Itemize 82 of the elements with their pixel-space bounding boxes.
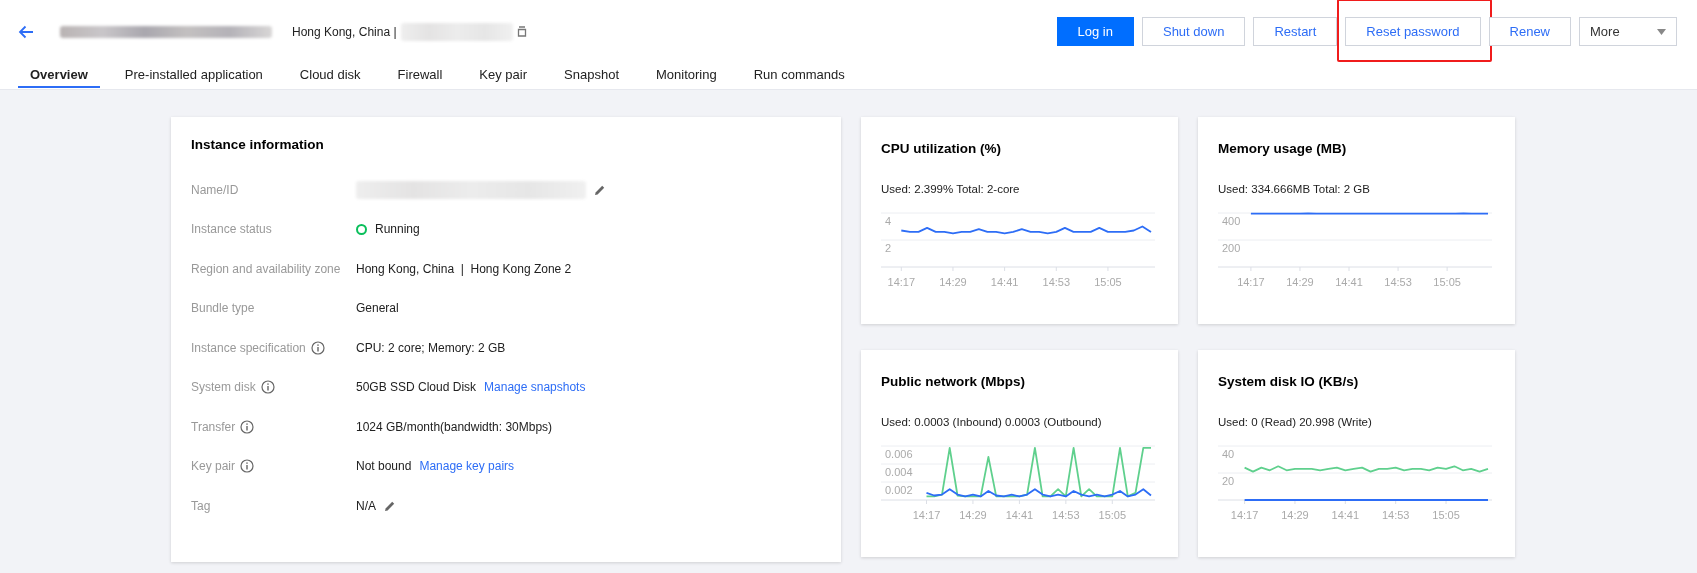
field-label: Key pair — [191, 459, 236, 474]
tab[interactable]: Run commands — [741, 63, 857, 88]
field-label: Name/ID — [191, 182, 239, 197]
axis-label: 20 — [1222, 475, 1235, 487]
tab[interactable]: Snapshot — [552, 63, 631, 88]
axis-label: 14:17 — [1237, 276, 1265, 288]
action-button[interactable]: Restart — [1253, 17, 1338, 46]
axis-label: 14:17 — [1230, 509, 1259, 521]
action-button[interactable]: Log in — [1056, 17, 1134, 46]
field-value: N/A — [356, 498, 376, 513]
card-title: CPU utilization (%) — [881, 141, 1002, 156]
field-label: Transfer — [191, 419, 236, 434]
axis-label: 15:05 — [1094, 276, 1122, 288]
card-title: Memory usage (MB) — [1218, 141, 1348, 156]
tab[interactable]: Pre-installed application — [112, 63, 275, 88]
axis-label: 14:17 — [887, 276, 916, 288]
axis-label: 14:53 — [1052, 509, 1080, 521]
tab[interactable]: Monitoring — [644, 63, 729, 88]
usage-text: Used: 2.399% Total: 2-core — [881, 183, 1021, 195]
manage-link[interactable]: Manage snapshots — [484, 380, 586, 395]
field-value: General — [356, 301, 399, 316]
status-ring-icon — [356, 223, 367, 235]
field-label: Region and availability zone — [191, 261, 341, 276]
field-label: Instance status — [191, 222, 272, 237]
axis-label: 14:53 — [1384, 276, 1412, 288]
axis-label: 14:41 — [1331, 509, 1360, 521]
tab[interactable]: Key pair — [467, 63, 540, 88]
axis-label: 2 — [885, 242, 892, 254]
tab[interactable]: Overview — [18, 63, 100, 88]
tab[interactable]: Cloud disk — [287, 63, 373, 88]
pencil-icon[interactable] — [594, 183, 606, 196]
axis-label: 4 — [885, 215, 892, 227]
axis-label: 40 — [1222, 448, 1235, 460]
info-icon[interactable] — [240, 459, 255, 474]
field-label: Tag — [191, 498, 211, 513]
axis-label: 15:05 — [1098, 509, 1127, 521]
field-value: CPU: 2 core; Memory: 2 GB — [356, 340, 506, 355]
card-title: System disk IO (KB/s) — [1218, 374, 1360, 389]
card-title: Public network (Mbps) — [881, 374, 1026, 389]
axis-label: 14:41 — [1005, 509, 1034, 521]
info-icon[interactable] — [240, 419, 255, 434]
copy-icon[interactable] — [516, 26, 527, 37]
field-label: Bundle type — [191, 301, 255, 316]
axis-label: 14:41 — [990, 276, 1019, 288]
field-value: Not bound — [356, 459, 412, 474]
action-button[interactable]: Renew — [1488, 17, 1571, 46]
axis-label: 14:17 — [912, 509, 941, 521]
axis-label: 14:29 — [1286, 276, 1314, 288]
axis-label: 14:53 — [1381, 509, 1410, 521]
field-value: 1024 GB/month(bandwidth: 30Mbps) — [356, 419, 553, 434]
back-arrow-icon[interactable] — [18, 24, 34, 39]
status-text: Running — [375, 222, 420, 237]
info-icon[interactable] — [260, 380, 275, 395]
axis-label: 0.002 — [885, 484, 913, 496]
axis-label: 15:05 — [1432, 509, 1460, 521]
usage-text: Used: 0 (Read) 20.998 (Write) — [1218, 416, 1373, 428]
pencil-icon[interactable] — [384, 499, 396, 512]
axis-label: 400 — [1222, 215, 1241, 227]
axis-label: 14:41 — [1335, 276, 1363, 288]
field-label: Instance specification — [191, 340, 306, 355]
axis-label: 14:53 — [1042, 276, 1071, 288]
tab[interactable]: Firewall — [385, 63, 455, 88]
action-button[interactable]: Shut down — [1141, 17, 1246, 46]
field-value: 50GB SSD Cloud Disk — [356, 380, 477, 395]
info-icon[interactable] — [310, 340, 325, 355]
axis-label: 14:29 — [939, 276, 967, 288]
caret-icon — [1657, 28, 1666, 35]
usage-text: Used: 0.0003 (Inbound) 0.0003 (Outbound) — [881, 416, 1103, 428]
axis-label: 200 — [1222, 242, 1241, 254]
action-button[interactable]: Reset password — [1345, 17, 1481, 46]
more-dropdown[interactable]: More — [1579, 17, 1677, 46]
axis-label: 15:05 — [1433, 276, 1461, 288]
location-text: Hong Kong, China | — [292, 24, 397, 39]
axis-label: 0.006 — [885, 448, 913, 460]
axis-label: 0.004 — [885, 466, 913, 478]
axis-label: 14:29 — [1281, 509, 1309, 521]
card-title: Instance information — [191, 137, 325, 152]
axis-label: 14:29 — [959, 509, 987, 521]
field-value: Hong Kong, China | Hong Kong Zone 2 — [356, 261, 572, 276]
usage-text: Used: 334.666MB Total: 2 GB — [1218, 183, 1371, 195]
manage-link[interactable]: Manage key pairs — [419, 459, 515, 474]
field-label: System disk — [191, 380, 256, 395]
